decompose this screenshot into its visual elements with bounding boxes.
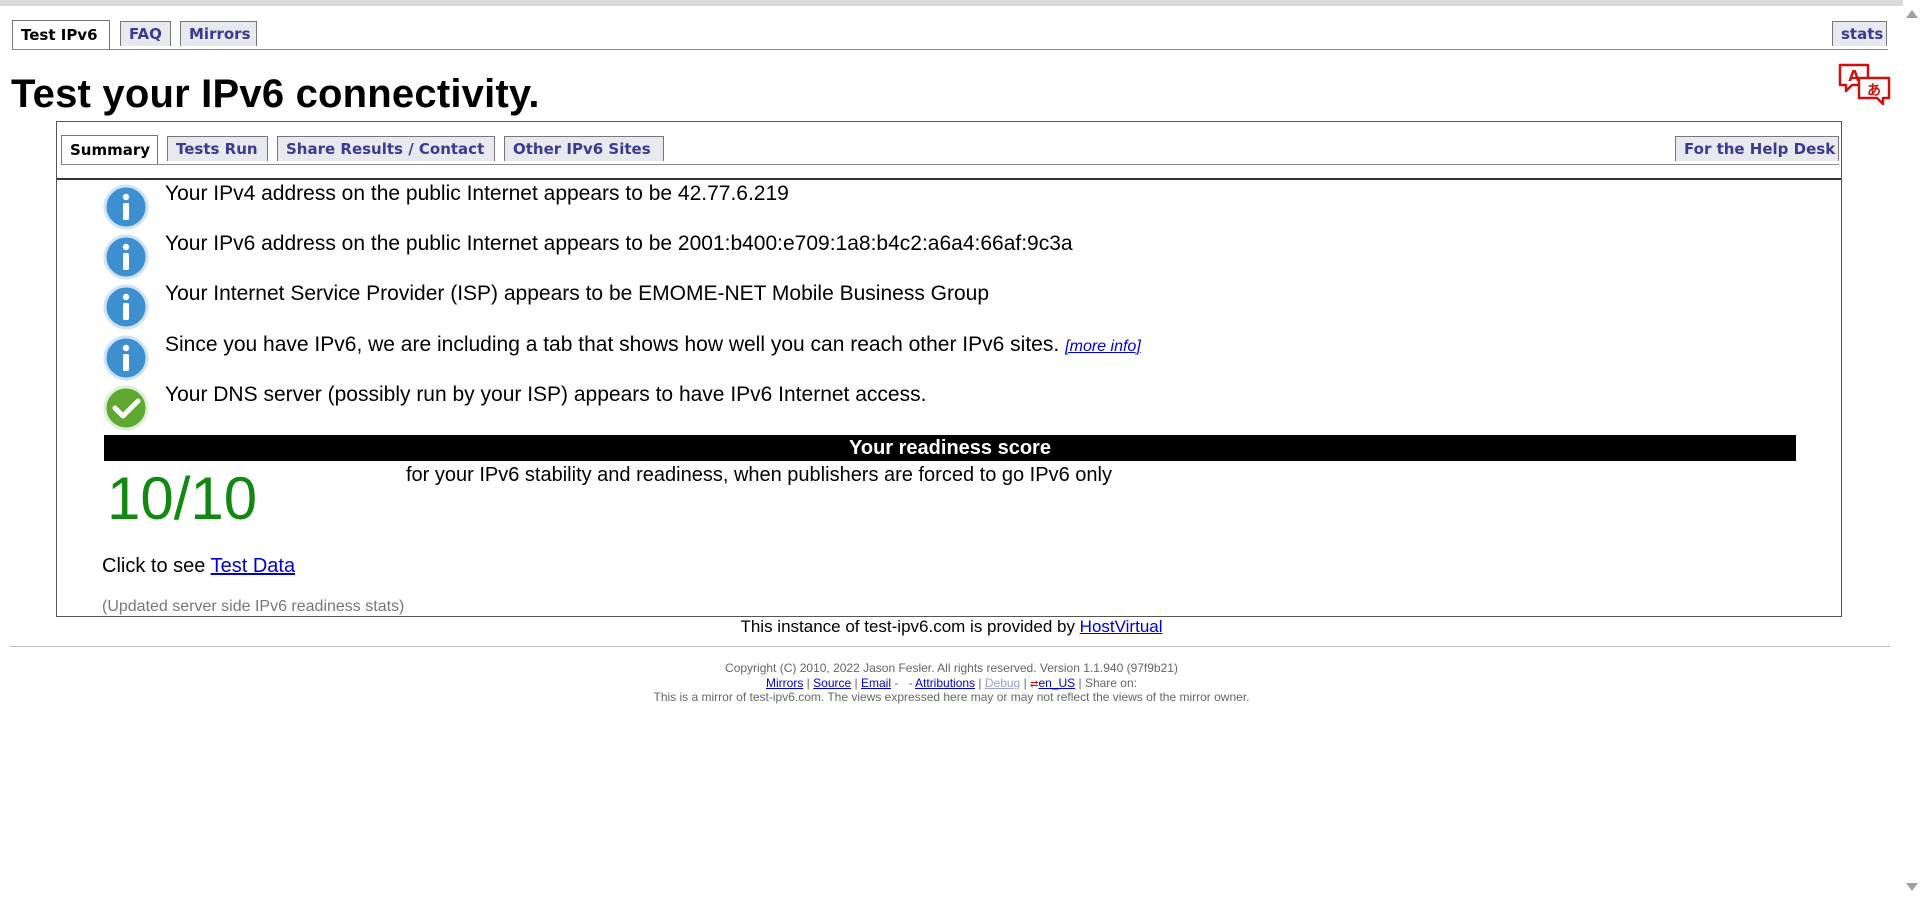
footer-debug-link[interactable]: Debug <box>985 676 1020 690</box>
scroll-down-icon[interactable] <box>1906 883 1918 891</box>
top-tab-bar: Test IPv6 FAQ Mirrors stats <box>12 20 1888 50</box>
footer-separator: | <box>1023 676 1027 690</box>
result-ipv4: Your IPv4 address on the public Internet… <box>103 182 1503 232</box>
test-data-link[interactable]: Test Data <box>211 555 295 577</box>
readiness-description: for your IPv6 stability and readiness, w… <box>406 464 1112 486</box>
check-icon <box>103 385 149 431</box>
tab-faq[interactable]: FAQ <box>120 21 171 46</box>
footer-share-on: Share on: <box>1084 676 1137 690</box>
tab-test-ipv6[interactable]: Test IPv6 <box>12 20 110 49</box>
results-panel: Summary Tests Run Share Results / Contac… <box>56 121 1842 617</box>
result-ipv6: Your IPv6 address on the public Internet… <box>103 232 1503 282</box>
result-isp: Your Internet Service Provider (ISP) app… <box>103 282 1503 332</box>
translate-icon[interactable]: A あ <box>1837 62 1893 106</box>
footer-copyright: Copyright (C) 2010, 2022 Jason Fesler. A… <box>725 661 1178 675</box>
test-data-line: Click to see Test Data <box>102 555 295 578</box>
tab-other-ipv6-sites[interactable]: Other IPv6 Sites <box>504 136 664 161</box>
tab-summary[interactable]: Summary <box>61 135 158 164</box>
sub-tab-bar: Summary Tests Run Share Results / Contac… <box>61 135 1839 165</box>
result-text: Since you have IPv6, we are including a … <box>165 333 1060 356</box>
updated-stats-link[interactable]: (Updated server side IPv6 readiness stat… <box>102 598 404 616</box>
footer-divider <box>10 646 1890 647</box>
tab-tests-run[interactable]: Tests Run <box>167 136 268 161</box>
footer-separator: | <box>978 676 982 690</box>
result-text: Your IPv6 address on the public Internet… <box>165 232 1073 255</box>
tab-divider <box>57 178 1841 180</box>
footer-email-link[interactable]: Email <box>861 676 891 690</box>
footer-separator: - - <box>894 676 913 690</box>
browser-top-border <box>0 0 1903 6</box>
result-dns: Your DNS server (possibly run by your IS… <box>103 383 1503 433</box>
result-text: Your Internet Service Provider (ISP) app… <box>165 282 990 305</box>
test-data-prefix: Click to see <box>102 555 211 577</box>
tab-share-results-contact[interactable]: Share Results / Contact <box>277 136 495 161</box>
instance-text: This instance of test-ipv6.com is provid… <box>740 617 1080 636</box>
footer-mirror-note: This is a mirror of test-ipv6.com. The v… <box>653 690 1250 704</box>
result-ipv6-tab-note: Since you have IPv6, we are including a … <box>103 333 1503 383</box>
footer-mirrors-link[interactable]: Mirrors <box>766 676 803 690</box>
tab-stats[interactable]: stats <box>1832 21 1887 46</box>
footer-links: Mirrors | Source | Email - - Attribution… <box>0 676 1903 690</box>
result-text: Your IPv4 address on the public Internet… <box>165 182 789 205</box>
readiness-score-header: Your readiness score <box>104 435 1796 461</box>
page-title: Test your IPv6 connectivity. <box>11 72 540 116</box>
footer-locale-link[interactable]: en_US <box>1038 676 1075 690</box>
footer-attributions-link[interactable]: Attributions <box>915 676 975 690</box>
footer-separator: | <box>1078 676 1082 690</box>
more-info-link[interactable]: [more info] <box>1065 338 1141 355</box>
result-text: Your DNS server (possibly run by your IS… <box>165 383 927 406</box>
info-icon <box>103 184 149 230</box>
svg-text:あ: あ <box>1867 83 1881 99</box>
info-icon <box>103 335 149 381</box>
footer-source-link[interactable]: Source <box>813 676 851 690</box>
vertical-scrollbar[interactable] <box>1903 0 1920 897</box>
info-icon <box>103 234 149 280</box>
hostvirtual-link[interactable]: HostVirtual <box>1080 617 1163 636</box>
tab-mirrors[interactable]: Mirrors <box>180 21 257 46</box>
info-icon <box>103 284 149 330</box>
readiness-score: 10/10 <box>107 465 258 532</box>
tab-help-desk[interactable]: For the Help Desk <box>1675 136 1839 161</box>
scroll-up-icon[interactable] <box>1906 10 1918 18</box>
instance-provider: This instance of test-ipv6.com is provid… <box>0 617 1903 637</box>
footer-separator: | <box>854 676 858 690</box>
footer-separator: | <box>806 676 810 690</box>
result-text-wrap: Since you have IPv6, we are including a … <box>165 333 1141 357</box>
